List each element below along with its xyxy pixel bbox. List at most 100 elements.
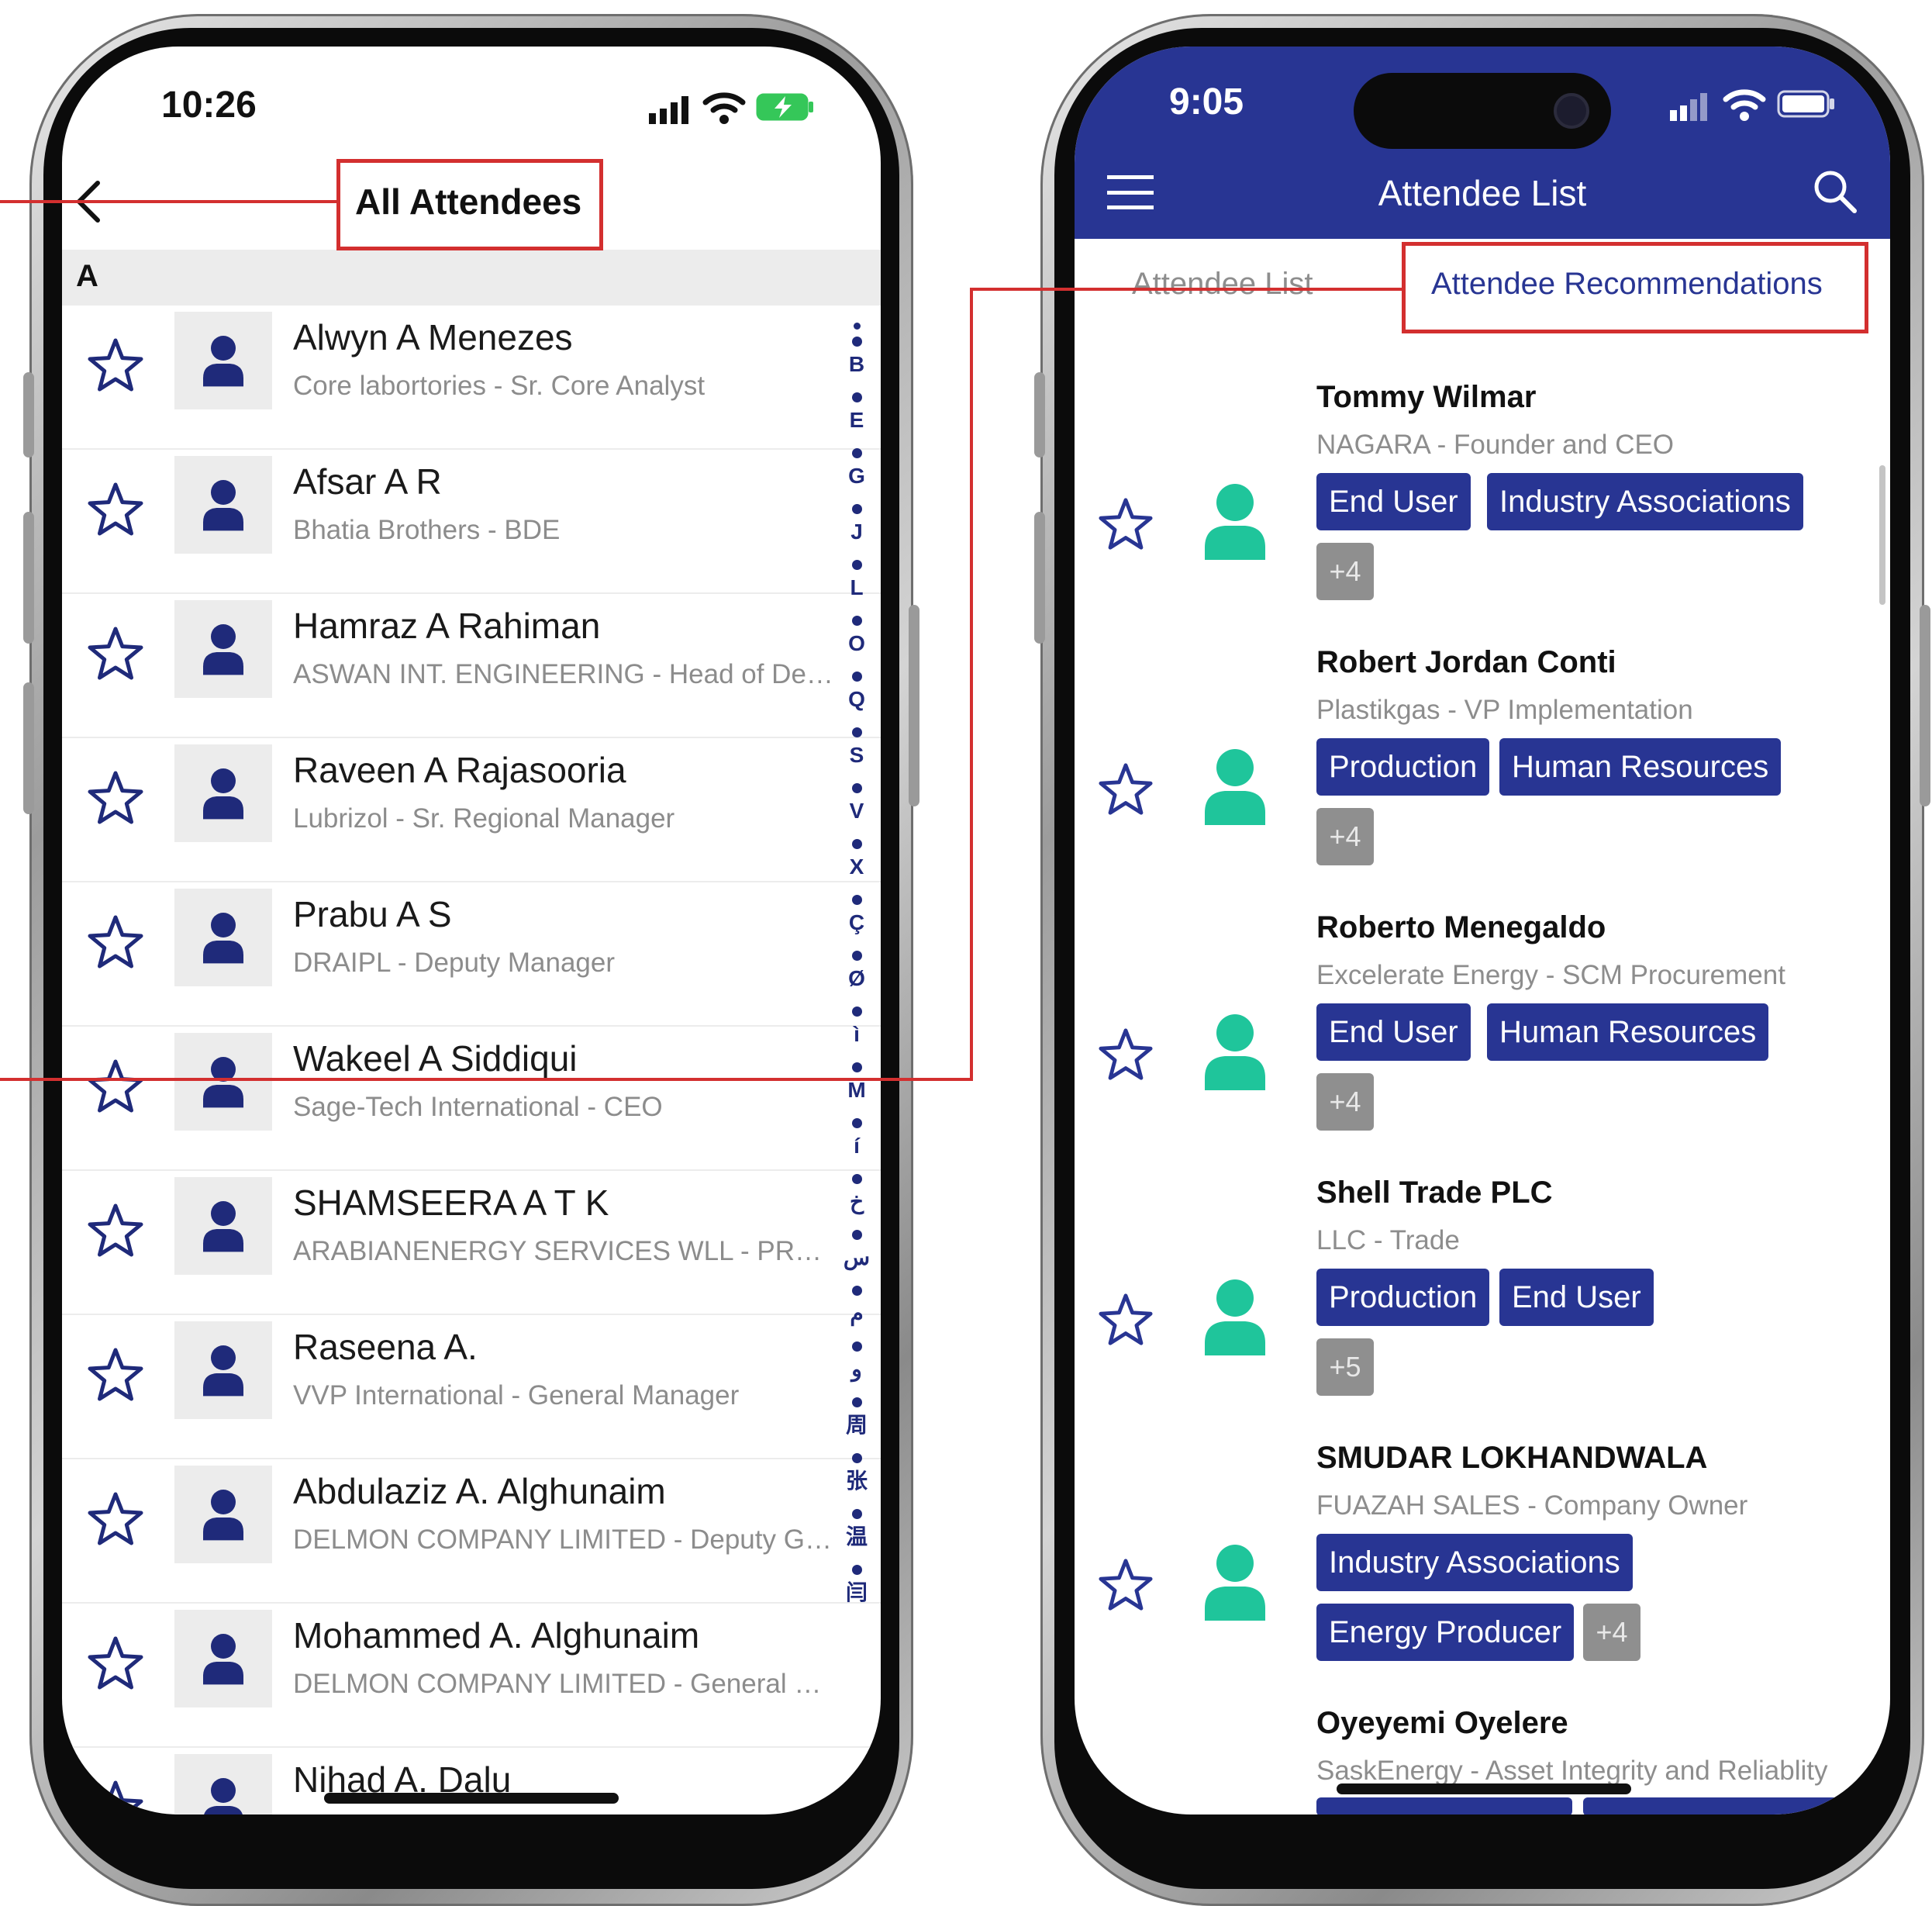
favorite-star-icon[interactable] bbox=[1098, 496, 1154, 552]
interest-tag: Human Resources bbox=[1487, 1003, 1769, 1061]
favorite-star-icon[interactable] bbox=[1098, 1557, 1154, 1613]
annotation-line bbox=[970, 288, 1402, 291]
attendee-row[interactable]: Hamraz A Rahiman ASWAN INT. ENGINEERING … bbox=[62, 594, 881, 738]
left-phone-side-button bbox=[909, 605, 919, 806]
index-dot bbox=[852, 1397, 862, 1407]
index-letter[interactable]: O bbox=[841, 633, 872, 654]
attendee-company-role: ASWAN INT. ENGINEERING - Head of Depar..… bbox=[293, 659, 836, 689]
attendee-row[interactable]: Alwyn A Menezes Core labortories - Sr. C… bbox=[62, 306, 881, 450]
index-letter[interactable]: 周 bbox=[841, 1414, 872, 1436]
favorite-star-icon[interactable] bbox=[87, 1490, 144, 1548]
favorite-star-icon[interactable] bbox=[87, 625, 144, 682]
index-dot bbox=[854, 323, 861, 330]
more-tags-badge[interactable]: +4 bbox=[1316, 808, 1374, 865]
interest-tag: Industry Associations bbox=[1487, 473, 1803, 530]
recommendation-row[interactable]: Shell Trade PLC LLC - Trade Production En… bbox=[1075, 1160, 1889, 1425]
index-letter[interactable]: V bbox=[841, 800, 872, 822]
attendee-row[interactable]: Wakeel A Siddiqui Sage-Tech Internationa… bbox=[62, 1027, 881, 1171]
attendee-name: Abdulaziz A. Alghunaim bbox=[293, 1471, 666, 1511]
index-letter[interactable]: Ø bbox=[841, 968, 872, 989]
more-tags-badge[interactable]: +5 bbox=[1316, 1338, 1374, 1396]
search-icon[interactable] bbox=[1811, 167, 1858, 214]
index-letter[interactable]: B bbox=[841, 354, 872, 375]
index-letter[interactable]: Q bbox=[841, 689, 872, 710]
attendee-company-role: Bhatia Brothers - BDE bbox=[293, 515, 561, 545]
recommendation-name: Roberto Menegaldo bbox=[1316, 910, 1606, 944]
index-letter[interactable]: 温 bbox=[841, 1526, 872, 1548]
person-icon bbox=[200, 1343, 247, 1397]
index-letter[interactable]: خ bbox=[841, 1191, 872, 1213]
index-letter[interactable]: 张 bbox=[841, 1470, 872, 1492]
index-dot bbox=[852, 560, 862, 570]
favorite-star-icon[interactable] bbox=[87, 1058, 144, 1115]
attendee-row[interactable]: Raseena A. VVP International - General M… bbox=[62, 1315, 881, 1459]
index-letter[interactable]: ì bbox=[841, 1024, 872, 1045]
attendee-row[interactable]: Nihad A. Dalu bbox=[62, 1748, 881, 1814]
recommendation-row[interactable]: Roberto Menegaldo Excelerate Energy - SC… bbox=[1075, 895, 1889, 1160]
right-phone-side-button bbox=[1920, 605, 1930, 806]
recommendation-row[interactable]: Robert Jordan Conti Plastikgas - VP Impl… bbox=[1075, 630, 1889, 895]
more-tags-badge[interactable]: +4 bbox=[1316, 1073, 1374, 1131]
index-dot bbox=[852, 504, 862, 514]
index-letter[interactable]: S bbox=[841, 744, 872, 766]
index-letter[interactable]: X bbox=[841, 856, 872, 878]
more-tags-badge[interactable]: +4 bbox=[1583, 1604, 1640, 1661]
index-letter[interactable]: í bbox=[841, 1135, 872, 1157]
favorite-star-icon[interactable] bbox=[87, 1202, 144, 1259]
index-dot bbox=[852, 448, 862, 458]
battery-charging-icon bbox=[756, 92, 815, 123]
avatar bbox=[174, 312, 272, 409]
attendee-row[interactable]: Raveen A Rajasooria Lubrizol - Sr. Regio… bbox=[62, 738, 881, 882]
recommendation-row[interactable]: SMUDAR LOKHANDWALA FUAZAH SALES - Compan… bbox=[1075, 1425, 1889, 1690]
favorite-star-icon[interactable] bbox=[87, 769, 144, 827]
favorite-star-icon[interactable] bbox=[87, 1635, 144, 1692]
index-dot bbox=[852, 337, 862, 347]
index-letter[interactable]: و bbox=[841, 1359, 872, 1380]
attendee-row[interactable]: Afsar A R Bhatia Brothers - BDE bbox=[62, 450, 881, 594]
favorite-star-icon[interactable] bbox=[87, 1346, 144, 1404]
index-letter[interactable]: L bbox=[841, 577, 872, 599]
index-letter[interactable]: J bbox=[841, 521, 872, 543]
interest-tag: Production bbox=[1316, 1269, 1490, 1326]
avatar bbox=[174, 744, 272, 842]
recommendation-row[interactable]: Oyeyemi Oyelere SaskEnergy - Asset Integ… bbox=[1075, 1690, 1889, 1814]
highlight-box-all-attendees bbox=[336, 159, 603, 250]
header-title: Attendee List bbox=[1378, 173, 1587, 213]
attendee-name: SHAMSEERA A T K bbox=[293, 1183, 609, 1223]
recommendation-company-role: FUAZAH SALES - Company Owner bbox=[1316, 1490, 1748, 1521]
index-letter[interactable]: س bbox=[841, 1247, 872, 1269]
favorite-star-icon[interactable] bbox=[87, 913, 144, 971]
favorite-star-icon[interactable] bbox=[1098, 1292, 1154, 1348]
annotation-line bbox=[970, 288, 973, 1081]
index-letter[interactable]: 闫 bbox=[841, 1582, 872, 1604]
index-letter[interactable]: G bbox=[841, 465, 872, 487]
index-letter[interactable]: M bbox=[841, 1079, 872, 1101]
attendee-row[interactable]: Mohammed A. Alghunaim DELMON COMPANY LIM… bbox=[62, 1604, 881, 1748]
index-dot bbox=[852, 672, 862, 682]
attendee-name: Hamraz A Rahiman bbox=[293, 606, 601, 646]
attendee-row[interactable]: SHAMSEERA A T K ARABIANENERGY SERVICES W… bbox=[62, 1171, 881, 1315]
index-dot bbox=[852, 895, 862, 905]
left-phone-side-button bbox=[23, 512, 34, 644]
attendee-row[interactable]: Prabu A S DRAIPL - Deputy Manager bbox=[62, 882, 881, 1027]
avatar bbox=[174, 600, 272, 698]
recommendation-name: Shell Trade PLC bbox=[1316, 1176, 1553, 1210]
index-letter[interactable]: E bbox=[841, 409, 872, 431]
favorite-star-icon[interactable] bbox=[1098, 761, 1154, 817]
index-letter[interactable]: Ç bbox=[841, 912, 872, 934]
avatar bbox=[174, 1177, 272, 1275]
favorite-star-icon[interactable] bbox=[87, 481, 144, 538]
index-dot bbox=[852, 1341, 862, 1352]
cellular-signal-icon bbox=[1668, 92, 1712, 123]
attendee-company-role: DRAIPL - Deputy Manager bbox=[293, 948, 615, 978]
favorite-star-icon[interactable] bbox=[87, 1779, 144, 1814]
recommendation-company-role: NAGARA - Founder and CEO bbox=[1316, 430, 1675, 460]
avatar bbox=[174, 1754, 272, 1814]
tab-attendee-list[interactable]: Attendee List bbox=[1132, 267, 1313, 302]
index-letter[interactable]: م bbox=[841, 1303, 872, 1324]
attendee-row[interactable]: Abdulaziz A. Alghunaim DELMON COMPANY LI… bbox=[62, 1459, 881, 1604]
recommendation-row[interactable]: Tommy Wilmar NAGARA - Founder and CEO En… bbox=[1075, 364, 1889, 630]
favorite-star-icon[interactable] bbox=[1098, 1027, 1154, 1082]
favorite-star-icon[interactable] bbox=[87, 337, 144, 394]
more-tags-badge[interactable]: +4 bbox=[1316, 543, 1374, 600]
